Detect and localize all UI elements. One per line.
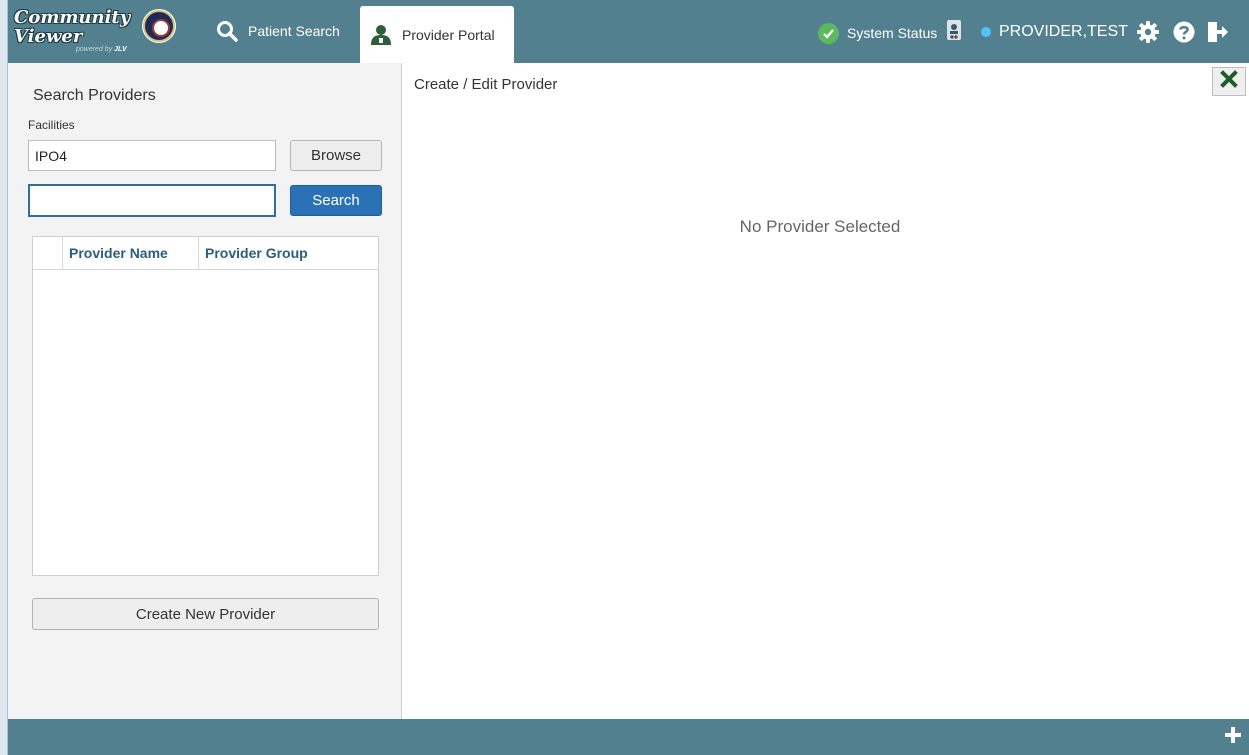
- user-info[interactable]: PROVIDER,TEST: [945, 19, 1128, 46]
- settings-gear-icon[interactable]: [1136, 20, 1160, 44]
- table-header: Provider Name Provider Group: [33, 237, 378, 270]
- logo-tag-prefix: powered by: [76, 46, 113, 53]
- nav-provider-portal-label: Provider Portal: [402, 26, 495, 43]
- system-status[interactable]: System Status: [818, 22, 937, 44]
- community-viewer-logo: Community Viewer powered by JLV: [14, 7, 175, 59]
- facilities-input[interactable]: [28, 140, 276, 171]
- nav-provider-portal[interactable]: Provider Portal: [360, 6, 514, 63]
- search-icon: [216, 20, 238, 42]
- provider-group-column-header[interactable]: Provider Group: [199, 237, 378, 269]
- logo-line2: Viewer: [14, 26, 83, 47]
- browse-button[interactable]: Browse: [290, 140, 382, 171]
- app-window: Community Viewer powered by JLV Patient …: [0, 0, 1249, 755]
- logout-icon[interactable]: [1205, 20, 1229, 44]
- provider-name-column-header[interactable]: Provider Name: [63, 237, 199, 269]
- close-x-icon: [1220, 70, 1238, 93]
- nav-patient-search[interactable]: Patient Search: [216, 9, 340, 53]
- system-status-label: System Status: [847, 25, 938, 41]
- provider-results-table: Provider Name Provider Group: [32, 236, 379, 576]
- bottom-bar: [8, 719, 1249, 755]
- left-edge-strip: [0, 0, 8, 755]
- system-status-icon: [818, 22, 839, 44]
- nav-patient-search-label: Patient Search: [248, 23, 340, 39]
- user-name: PROVIDER,TEST: [999, 23, 1128, 40]
- user-badge-icon: [945, 19, 963, 46]
- provider-icon: [370, 24, 392, 46]
- va-seal-icon: [143, 10, 175, 42]
- select-column-header: [33, 237, 63, 269]
- logo-tagline: powered by JLV: [76, 46, 127, 53]
- search-button[interactable]: Search: [290, 185, 382, 216]
- facilities-label: Facilities: [28, 118, 75, 132]
- no-provider-selected-message: No Provider Selected: [739, 217, 901, 236]
- create-edit-provider-title: Create / Edit Provider: [414, 76, 558, 93]
- top-header: Community Viewer powered by JLV Patient …: [8, 0, 1249, 63]
- online-status-dot: [981, 27, 991, 37]
- search-providers-panel: Search Providers Facilities Browse Searc…: [8, 63, 402, 719]
- logo-tag-brand: JLV: [114, 46, 127, 53]
- close-panel-button[interactable]: [1212, 67, 1246, 96]
- logo-line1: Community: [14, 7, 131, 28]
- help-icon[interactable]: [1172, 20, 1196, 44]
- create-new-provider-button[interactable]: Create New Provider: [32, 598, 379, 630]
- add-button[interactable]: [1220, 724, 1246, 750]
- provider-search-input[interactable]: [28, 184, 276, 217]
- plus-icon: [1224, 726, 1242, 749]
- search-providers-title: Search Providers: [33, 87, 156, 104]
